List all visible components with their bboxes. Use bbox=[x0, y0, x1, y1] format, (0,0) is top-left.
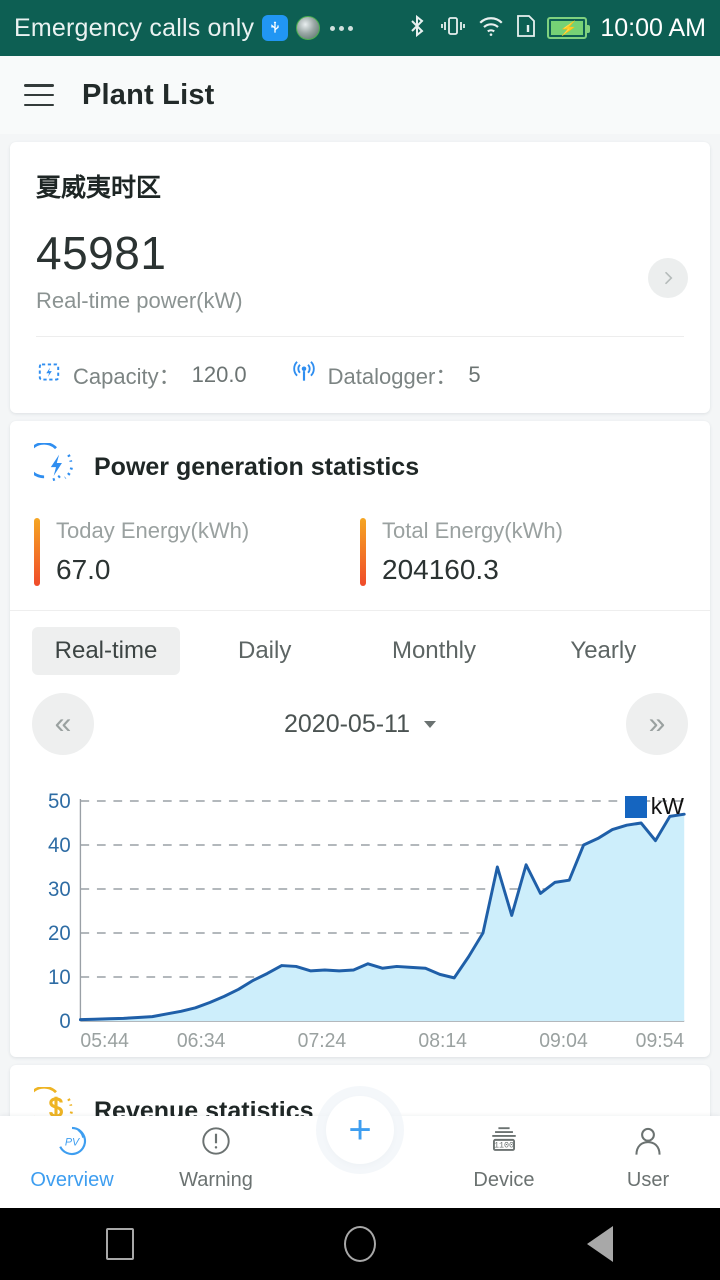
chart-canvas: 0 10 20 30 40 50 05:44 06:34 07:24 08:14 09:04 09:5… bbox=[48, 790, 686, 1052]
pv-overview-icon: PV bbox=[55, 1124, 89, 1163]
datalogger-meta: Datalogger： 5 bbox=[291, 359, 481, 391]
status-icons-right: 10:00 AM bbox=[405, 12, 706, 45]
hamburger-menu-icon[interactable] bbox=[24, 84, 54, 106]
nav-label-overview: Overview bbox=[30, 1169, 114, 1191]
nav-label-warning: Warning bbox=[179, 1169, 253, 1191]
status-bar-time: 10:00 AM bbox=[600, 13, 706, 42]
date-selector[interactable]: 2020-05-11 bbox=[94, 710, 626, 739]
capacity-label: Capacity： bbox=[73, 364, 181, 389]
nav-item-overview[interactable]: PV Overview bbox=[0, 1124, 144, 1192]
legend-swatch bbox=[624, 795, 647, 818]
tab-monthly[interactable]: Monthly bbox=[349, 627, 518, 675]
power-section-title: Power generation statistics bbox=[94, 453, 420, 481]
svg-text:06:34: 06:34 bbox=[177, 1030, 226, 1052]
next-date-button[interactable]: » bbox=[626, 693, 688, 755]
svg-text:1100: 1100 bbox=[494, 1141, 514, 1151]
chart-legend: kW bbox=[624, 793, 684, 820]
page-title: Plant List bbox=[82, 78, 215, 111]
selected-date: 2020-05-11 bbox=[283, 709, 411, 738]
svg-text:50: 50 bbox=[48, 790, 71, 813]
svg-text:07:24: 07:24 bbox=[298, 1030, 347, 1052]
power-section-header: Power generation statistics bbox=[10, 421, 710, 498]
triangle-back-icon[interactable] bbox=[555, 1208, 645, 1280]
nav-item-device[interactable]: 1100 Device bbox=[432, 1124, 576, 1192]
battery-charging-icon bbox=[547, 17, 591, 39]
date-navigator: « 2020-05-11 » bbox=[10, 679, 710, 761]
today-energy-value: 67.0 bbox=[56, 554, 111, 585]
svg-text:0: 0 bbox=[59, 1010, 70, 1033]
total-energy-cell: Total Energy(kWh) 204160.3 bbox=[360, 518, 686, 586]
signal-antenna-icon bbox=[291, 359, 317, 391]
energy-summary-row: Today Energy(kWh) 67.0 Total Energy(kWh)… bbox=[10, 498, 710, 610]
plus-icon: + bbox=[348, 1108, 372, 1152]
add-button[interactable]: + bbox=[326, 1096, 394, 1164]
plant-meta-row: Capacity： 120.0 Datalogger： 5 bbox=[36, 337, 684, 391]
bolt-circle-icon bbox=[25, 441, 78, 492]
user-person-icon bbox=[631, 1124, 665, 1163]
datalogger-label: Datalogger： bbox=[327, 364, 458, 389]
svg-text:08:14: 08:14 bbox=[418, 1030, 467, 1052]
realtime-power-label: Real-time power(kW) bbox=[36, 288, 243, 313]
total-energy-label: Total Energy(kWh) bbox=[382, 518, 563, 543]
plant-summary-card[interactable]: 夏威夷时区 45981 Real-time power(kW) Capacity… bbox=[10, 142, 710, 413]
nav-item-user[interactable]: User bbox=[576, 1124, 720, 1192]
bluetooth-icon bbox=[405, 12, 429, 45]
svg-text:20: 20 bbox=[48, 922, 71, 945]
tab-yearly[interactable]: Yearly bbox=[519, 627, 688, 675]
realtime-power-chart[interactable]: 0 10 20 30 40 50 05:44 06:34 07:24 08:14 09:04 09:5… bbox=[28, 787, 692, 1057]
realtime-power-value: 45981 bbox=[36, 227, 167, 279]
android-navigation-bar bbox=[0, 1208, 720, 1280]
phone-screen: Emergency calls only ⚡ 10:00 AM Plant Li… bbox=[0, 0, 720, 1280]
svg-text:PV: PV bbox=[65, 1137, 80, 1149]
capacity-bolt-icon bbox=[36, 359, 62, 391]
device-icon: 1100 bbox=[485, 1124, 523, 1163]
svg-text:10: 10 bbox=[48, 966, 71, 989]
nav-label-device: Device bbox=[473, 1169, 535, 1191]
plant-name: 夏威夷时区 bbox=[36, 174, 162, 202]
svg-text:05:44: 05:44 bbox=[80, 1030, 129, 1052]
chevron-right-icon[interactable] bbox=[648, 258, 688, 298]
usb-icon bbox=[262, 15, 289, 41]
exclamation-circle-icon bbox=[199, 1124, 233, 1163]
prev-date-button[interactable]: « bbox=[32, 693, 94, 755]
nav-label-user: User bbox=[626, 1169, 670, 1191]
carrier-text: Emergency calls only bbox=[14, 13, 255, 42]
svg-text:09:04: 09:04 bbox=[539, 1030, 588, 1052]
power-generation-card: Power generation statistics Today Energy… bbox=[10, 421, 710, 1057]
period-tabs: Real-time Daily Monthly Yearly bbox=[10, 611, 710, 679]
legend-label: kW bbox=[650, 793, 684, 819]
sim-card-icon bbox=[514, 12, 538, 45]
today-energy-label: Today Energy(kWh) bbox=[56, 518, 250, 543]
bottom-navigation-bar: PV Overview Warning + 1100 Device User bbox=[0, 1096, 720, 1208]
accent-bar bbox=[360, 518, 366, 586]
wifi-icon bbox=[477, 13, 505, 44]
disc-icon bbox=[296, 16, 321, 40]
total-energy-value: 204160.3 bbox=[382, 554, 499, 585]
tab-real-time[interactable]: Real-time bbox=[32, 627, 180, 675]
nav-item-warning[interactable]: Warning bbox=[144, 1124, 288, 1192]
status-bar: Emergency calls only ⚡ 10:00 AM bbox=[0, 0, 720, 56]
more-dots-icon bbox=[330, 25, 354, 31]
capacity-meta: Capacity： 120.0 bbox=[36, 359, 247, 391]
square-recents-icon[interactable] bbox=[75, 1208, 165, 1280]
capacity-value: 120.0 bbox=[191, 362, 247, 387]
caret-down-icon[interactable] bbox=[424, 720, 437, 728]
tab-daily[interactable]: Daily bbox=[180, 627, 349, 675]
circle-home-icon[interactable] bbox=[315, 1208, 405, 1280]
app-header: Plant List bbox=[0, 56, 720, 134]
datalogger-value: 5 bbox=[468, 362, 481, 387]
svg-text:09:54: 09:54 bbox=[636, 1030, 685, 1052]
svg-text:40: 40 bbox=[48, 834, 71, 857]
accent-bar bbox=[34, 518, 40, 586]
today-energy-cell: Today Energy(kWh) 67.0 bbox=[34, 518, 360, 586]
vibrate-icon bbox=[438, 13, 468, 44]
svg-text:30: 30 bbox=[48, 878, 71, 901]
